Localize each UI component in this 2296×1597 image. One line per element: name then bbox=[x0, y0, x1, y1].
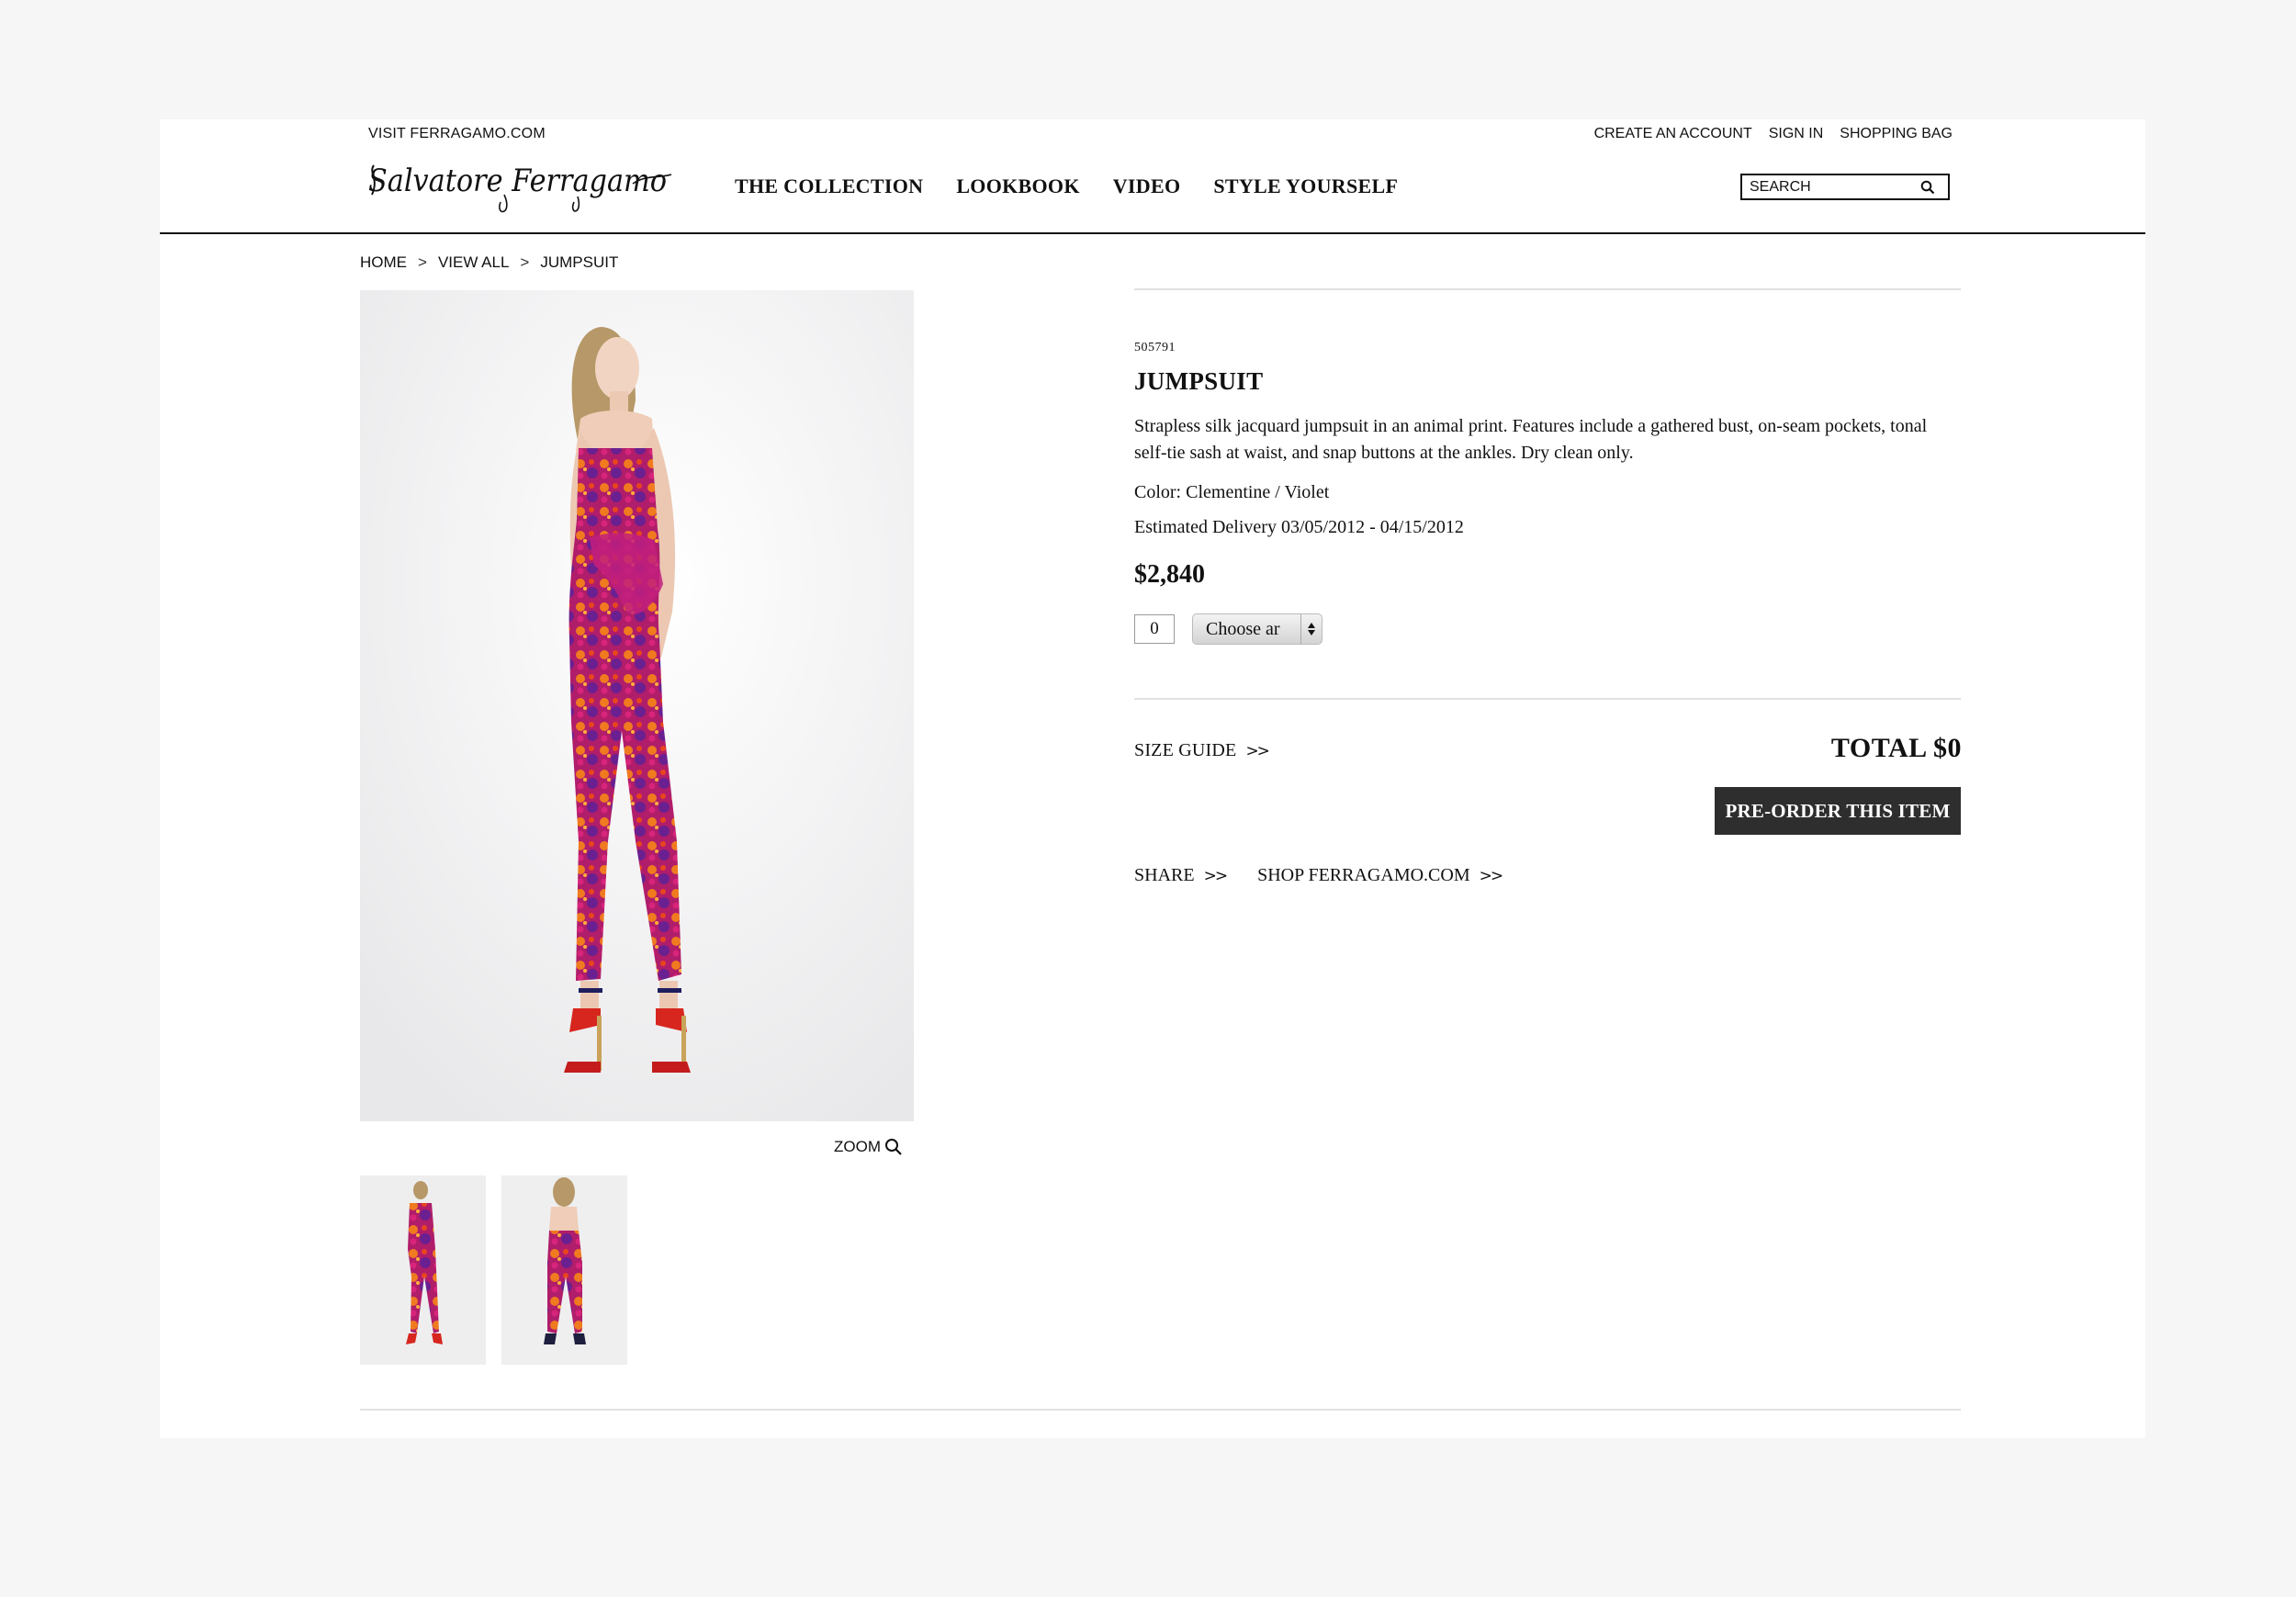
pre-order-button[interactable]: PRE-ORDER THIS ITEM bbox=[1715, 787, 1961, 835]
thumbnail-front[interactable] bbox=[360, 1175, 486, 1365]
breadcrumb-current: JUMPSUIT bbox=[540, 253, 619, 271]
chevron-right-icon: >> bbox=[1203, 866, 1228, 885]
estimated-delivery: Estimated Delivery 03/05/2012 - 04/15/20… bbox=[1134, 517, 1464, 537]
breadcrumb: HOME > VIEW ALL > JUMPSUIT bbox=[360, 253, 618, 272]
nav-the-collection[interactable]: THE COLLECTION bbox=[735, 174, 923, 198]
product-sku: 505791 bbox=[1134, 341, 1176, 354]
details-top-rule bbox=[1134, 288, 1961, 290]
product-color: Color: Clementine / Violet bbox=[1134, 482, 1330, 502]
product-price: $2,840 bbox=[1134, 560, 1205, 589]
share-links: SHARE >> SHOP FERRAGAMO.COM >> bbox=[1134, 865, 1503, 886]
search-input[interactable] bbox=[1742, 178, 1922, 196]
size-select-value: Choose ar bbox=[1206, 618, 1280, 639]
quantity-field[interactable]: 0 bbox=[1134, 614, 1175, 644]
page-container: VISIT FERRAGAMO.COM CREATE AN ACCOUNT SI… bbox=[160, 119, 2145, 1438]
main-nav: THE COLLECTION LOOKBOOK VIDEO STYLE YOUR… bbox=[735, 174, 1398, 198]
order-total: TOTAL $0 bbox=[1830, 733, 1962, 763]
nav-style-yourself[interactable]: STYLE YOURSELF bbox=[1213, 174, 1398, 198]
breadcrumb-separator: > bbox=[418, 253, 427, 271]
search-icon[interactable] bbox=[1920, 180, 1935, 195]
visit-ferragamo-link[interactable]: VISIT FERRAGAMO.COM bbox=[368, 126, 546, 142]
product-main-image[interactable] bbox=[360, 290, 914, 1121]
chevron-right-icon: >> bbox=[1479, 866, 1503, 885]
svg-text:Salvatore Ferragamo: Salvatore Ferragamo bbox=[368, 163, 667, 199]
product-title: JUMPSUIT bbox=[1134, 367, 1264, 395]
size-guide-link[interactable]: SIZE GUIDE >> bbox=[1134, 740, 1270, 761]
shop-ferragamo-label: SHOP FERRAGAMO.COM bbox=[1257, 865, 1470, 885]
utility-links: CREATE AN ACCOUNT SIGN IN SHOPPING BAG bbox=[1594, 126, 1953, 142]
breadcrumb-view-all[interactable]: VIEW ALL bbox=[438, 253, 509, 272]
select-arrows-icon bbox=[1300, 614, 1322, 644]
sign-in-link[interactable]: SIGN IN bbox=[1769, 126, 1824, 142]
footer-rule bbox=[360, 1409, 1961, 1411]
nav-video[interactable]: VIDEO bbox=[1113, 174, 1181, 198]
zoom-label: ZOOM bbox=[834, 1138, 881, 1155]
product-description: Strapless silk jacquard jumpsuit in an a… bbox=[1134, 416, 1928, 463]
share-link[interactable]: SHARE >> bbox=[1134, 865, 1228, 886]
header-divider bbox=[160, 232, 2145, 234]
shop-ferragamo-link[interactable]: SHOP FERRAGAMO.COM >> bbox=[1257, 865, 1503, 886]
chevron-right-icon: >> bbox=[1245, 741, 1269, 760]
create-account-link[interactable]: CREATE AN ACCOUNT bbox=[1594, 126, 1752, 142]
zoom-button[interactable]: ZOOM bbox=[834, 1138, 903, 1156]
breadcrumb-home[interactable]: HOME bbox=[360, 253, 407, 272]
magnifier-icon bbox=[885, 1139, 902, 1155]
details-middle-rule bbox=[1134, 698, 1961, 700]
search-box bbox=[1740, 174, 1950, 200]
share-label: SHARE bbox=[1134, 865, 1195, 885]
size-select[interactable]: Choose ar bbox=[1192, 613, 1322, 645]
salvatore-ferragamo-logo: Salvatore Ferragamo bbox=[368, 163, 672, 213]
thumbnail-back[interactable] bbox=[501, 1175, 627, 1365]
size-guide-label: SIZE GUIDE bbox=[1134, 740, 1237, 760]
breadcrumb-separator: > bbox=[520, 253, 530, 271]
nav-lookbook[interactable]: LOOKBOOK bbox=[956, 174, 1079, 198]
shopping-bag-link[interactable]: SHOPPING BAG bbox=[1840, 126, 1953, 142]
